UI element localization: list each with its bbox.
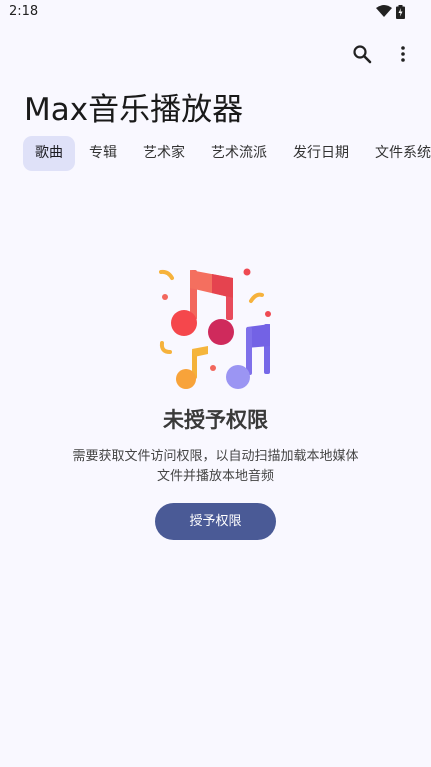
music-notes-icon	[159, 268, 271, 389]
description-line-1: 需要获取文件访问权限，以自动扫描加载本地媒体	[72, 449, 359, 464]
tab-albums[interactable]: 专辑	[77, 136, 129, 171]
tab-file-system[interactable]: 文件系统	[363, 136, 431, 171]
search-button[interactable]	[347, 39, 377, 69]
more-vert-icon	[401, 46, 405, 62]
category-tabs: 歌曲 专辑 艺术家 艺术流派 发行日期 文件系统	[23, 136, 431, 171]
tab-genres[interactable]: 艺术流派	[199, 136, 279, 171]
tab-artists[interactable]: 艺术家	[131, 136, 197, 171]
tab-release-date[interactable]: 发行日期	[281, 136, 361, 171]
battery-icon	[396, 5, 405, 19]
status-time: 2:18	[9, 4, 39, 19]
grant-permission-button[interactable]: 授予权限	[155, 503, 276, 540]
app-title: Max音乐播放器	[24, 92, 244, 128]
wifi-icon	[376, 5, 392, 17]
status-bar: 2:18	[0, 0, 431, 26]
search-icon	[353, 45, 372, 64]
empty-state-title: 未授予权限	[163, 408, 268, 432]
empty-state-description: 需要获取文件访问权限，以自动扫描加载本地媒体 文件并播放本地音频	[55, 447, 376, 487]
description-line-2: 文件并播放本地音频	[156, 469, 274, 484]
tab-songs[interactable]: 歌曲	[23, 136, 75, 171]
more-options-button[interactable]	[388, 39, 418, 69]
